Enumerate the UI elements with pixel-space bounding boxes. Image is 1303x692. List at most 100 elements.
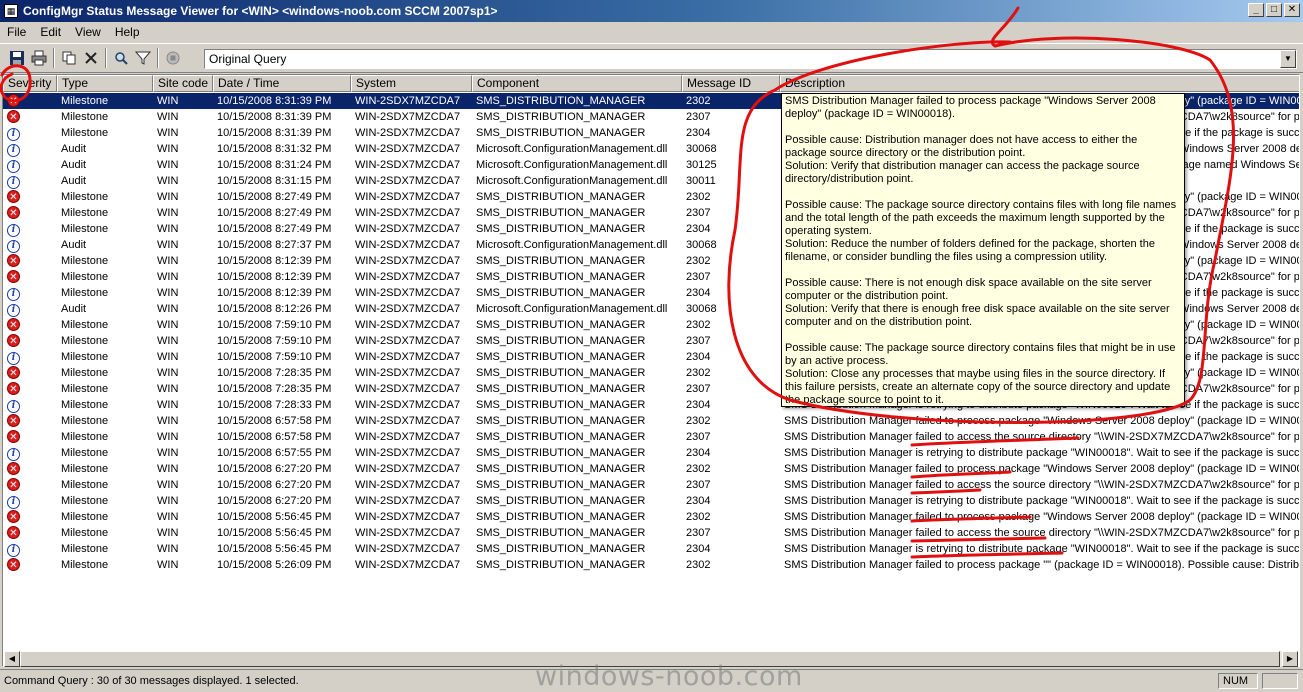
system-cell: WIN-2SDX7MZCDA7: [355, 191, 461, 203]
table-row[interactable]: ✕ Milestone WIN 10/15/2008 5:56:45 PM WIN-2S…: [3, 525, 1299, 541]
table-row[interactable]: i Milestone WIN 10/15/2008 5:56:45 PM WIN-2S…: [3, 541, 1299, 557]
date-time-cell: 10/15/2008 5:26:09 PM: [217, 559, 332, 571]
stop-icon[interactable]: [162, 47, 184, 69]
column-header-site-code[interactable]: Site code: [153, 75, 213, 92]
table-row[interactable]: i Milestone WIN 10/15/2008 6:57:55 PM WIN-2S…: [3, 445, 1299, 461]
description-tooltip: SMS Distribution Manager failed to proce…: [781, 93, 1185, 407]
system-cell: WIN-2SDX7MZCDA7: [355, 143, 461, 155]
component-cell: SMS_DISTRIBUTION_MANAGER: [476, 383, 646, 395]
column-header-component[interactable]: Component: [472, 75, 682, 92]
query-select[interactable]: Original Query ▼: [204, 49, 1297, 69]
date-time-cell: 10/15/2008 8:12:26 PM: [217, 303, 332, 315]
severity-cell: ✕: [3, 253, 57, 269]
system-cell: WIN-2SDX7MZCDA7: [355, 255, 461, 267]
system-cell: WIN-2SDX7MZCDA7: [355, 479, 461, 491]
table-row[interactable]: ✕ Milestone WIN 10/15/2008 6:27:20 PM WIN-2S…: [3, 461, 1299, 477]
severity-cell: i: [3, 125, 57, 141]
type-cell: Milestone: [61, 415, 109, 427]
save-icon[interactable]: [6, 47, 28, 69]
menu-file[interactable]: File: [0, 25, 33, 39]
severity-cell: ✕: [3, 189, 57, 205]
chevron-down-icon[interactable]: ▼: [1280, 50, 1296, 68]
table-row[interactable]: i Milestone WIN 10/15/2008 6:27:20 PM WIN-2S…: [3, 493, 1299, 509]
date-time-cell: 10/15/2008 8:31:32 PM: [217, 143, 332, 155]
system-cell: WIN-2SDX7MZCDA7: [355, 559, 461, 571]
site-code-cell: WIN: [157, 175, 179, 187]
message-id-cell: 2304: [686, 127, 711, 139]
date-time-cell: 10/15/2008 6:27:20 PM: [217, 463, 332, 475]
message-id-cell: 2302: [686, 367, 711, 379]
component-cell: SMS_DISTRIBUTION_MANAGER: [476, 399, 646, 411]
date-time-cell: 10/15/2008 8:31:39 PM: [217, 111, 332, 123]
date-time-cell: 10/15/2008 8:27:49 PM: [217, 223, 332, 235]
menu-edit[interactable]: Edit: [33, 25, 68, 39]
delete-icon[interactable]: [80, 47, 102, 69]
error-icon: ✕: [7, 190, 20, 203]
title-bar: ▦ ConfigMgr Status Message Viewer for <W…: [0, 0, 1303, 22]
table-row[interactable]: ✕ Milestone WIN 10/15/2008 6:57:58 PM WIN-2S…: [3, 413, 1300, 429]
severity-cell: ✕: [3, 93, 57, 109]
date-time-cell: 10/15/2008 8:27:37 PM: [217, 239, 332, 251]
severity-cell: i: [3, 221, 57, 237]
menu-help[interactable]: Help: [108, 25, 147, 39]
site-code-cell: WIN: [157, 527, 179, 539]
site-code-cell: WIN: [157, 495, 179, 507]
message-id-cell: 2302: [682, 93, 780, 109]
table-row[interactable]: ✕ Milestone WIN 10/15/2008 6:57:58 PM WIN-2S…: [3, 429, 1299, 445]
scroll-right-icon[interactable]: ▶: [1282, 651, 1298, 667]
system-cell: WIN-2SDX7MZCDA7: [355, 367, 461, 379]
date-time-cell: 10/15/2008 6:27:20 PM: [217, 495, 332, 507]
message-id-cell: 2307: [686, 431, 711, 443]
component-cell: SMS_DISTRIBUTION_MANAGER: [476, 367, 646, 379]
description-cell: SMS Distribution Manager failed to proce…: [784, 415, 1300, 427]
info-icon: i: [7, 400, 20, 413]
date-time-cell: 10/15/2008 7:28:33 PM: [217, 399, 332, 411]
column-header-description[interactable]: Description: [780, 75, 1299, 92]
column-header-system[interactable]: System: [351, 75, 472, 92]
error-icon: ✕: [7, 462, 20, 475]
component-cell: SMS_DISTRIBUTION_MANAGER: [476, 319, 646, 331]
column-header-type[interactable]: Type: [57, 75, 153, 92]
system-cell: WIN-2SDX7MZCDA7: [355, 127, 461, 139]
message-id-cell: 2304: [686, 447, 711, 459]
table-row[interactable]: ✕ Milestone WIN 10/15/2008 5:26:09 PM WIN-2S…: [3, 557, 1299, 573]
type-cell: Milestone: [61, 543, 109, 555]
component-cell: SMS_DISTRIBUTION_MANAGER: [476, 479, 646, 491]
system-cell: WIN-2SDX7MZCDA7: [355, 239, 461, 251]
column-header-severity[interactable]: Severity: [3, 75, 57, 92]
column-header-message-id[interactable]: Message ID: [682, 75, 780, 92]
print-icon[interactable]: [28, 47, 50, 69]
maximize-button[interactable]: □: [1266, 3, 1282, 17]
date-time-cell: 10/15/2008 8:12:39 PM: [217, 287, 332, 299]
info-icon: i: [7, 448, 20, 461]
table-row[interactable]: ✕ Milestone WIN 10/15/2008 6:27:20 PM WIN-2S…: [3, 477, 1299, 493]
menu-view[interactable]: View: [68, 25, 108, 39]
find-icon[interactable]: [110, 47, 132, 69]
copy-icon[interactable]: [58, 47, 80, 69]
info-icon: i: [7, 352, 20, 365]
site-code-cell: WIN: [157, 399, 179, 411]
type-cell: Audit: [61, 143, 87, 155]
message-id-cell: 2307: [686, 527, 711, 539]
type-cell: Audit: [61, 175, 87, 187]
close-button[interactable]: ✕: [1284, 3, 1300, 17]
message-id-cell: 2307: [686, 335, 711, 347]
type-cell: Milestone: [61, 223, 109, 235]
site-code-cell: WIN: [157, 351, 179, 363]
minimize-button[interactable]: _: [1248, 3, 1264, 17]
system-cell: WIN-2SDX7MZCDA7: [355, 383, 461, 395]
error-icon: ✕: [7, 254, 20, 267]
severity-cell: ✕: [3, 269, 57, 285]
scroll-left-icon[interactable]: ◀: [4, 651, 20, 667]
table-row[interactable]: ✕ Milestone WIN 10/15/2008 5:56:45 PM WIN-2S…: [3, 509, 1299, 525]
info-icon: i: [7, 128, 20, 141]
system-cell: WIN-2SDX7MZCDA7: [355, 543, 461, 555]
type-cell: Milestone: [61, 367, 109, 379]
column-header-date-time[interactable]: Date / Time: [213, 75, 351, 92]
date-time-cell: 10/15/2008 6:57:58 PM: [217, 415, 332, 427]
filter-icon[interactable]: [132, 47, 154, 69]
site-code-cell: WIN: [157, 143, 179, 155]
system-cell: WIN-2SDX7MZCDA7: [355, 303, 461, 315]
description-cell: SMS Distribution Manager failed to proce…: [784, 559, 1299, 571]
date-time-cell: 10/15/2008 8:31:39 PM: [217, 127, 332, 139]
